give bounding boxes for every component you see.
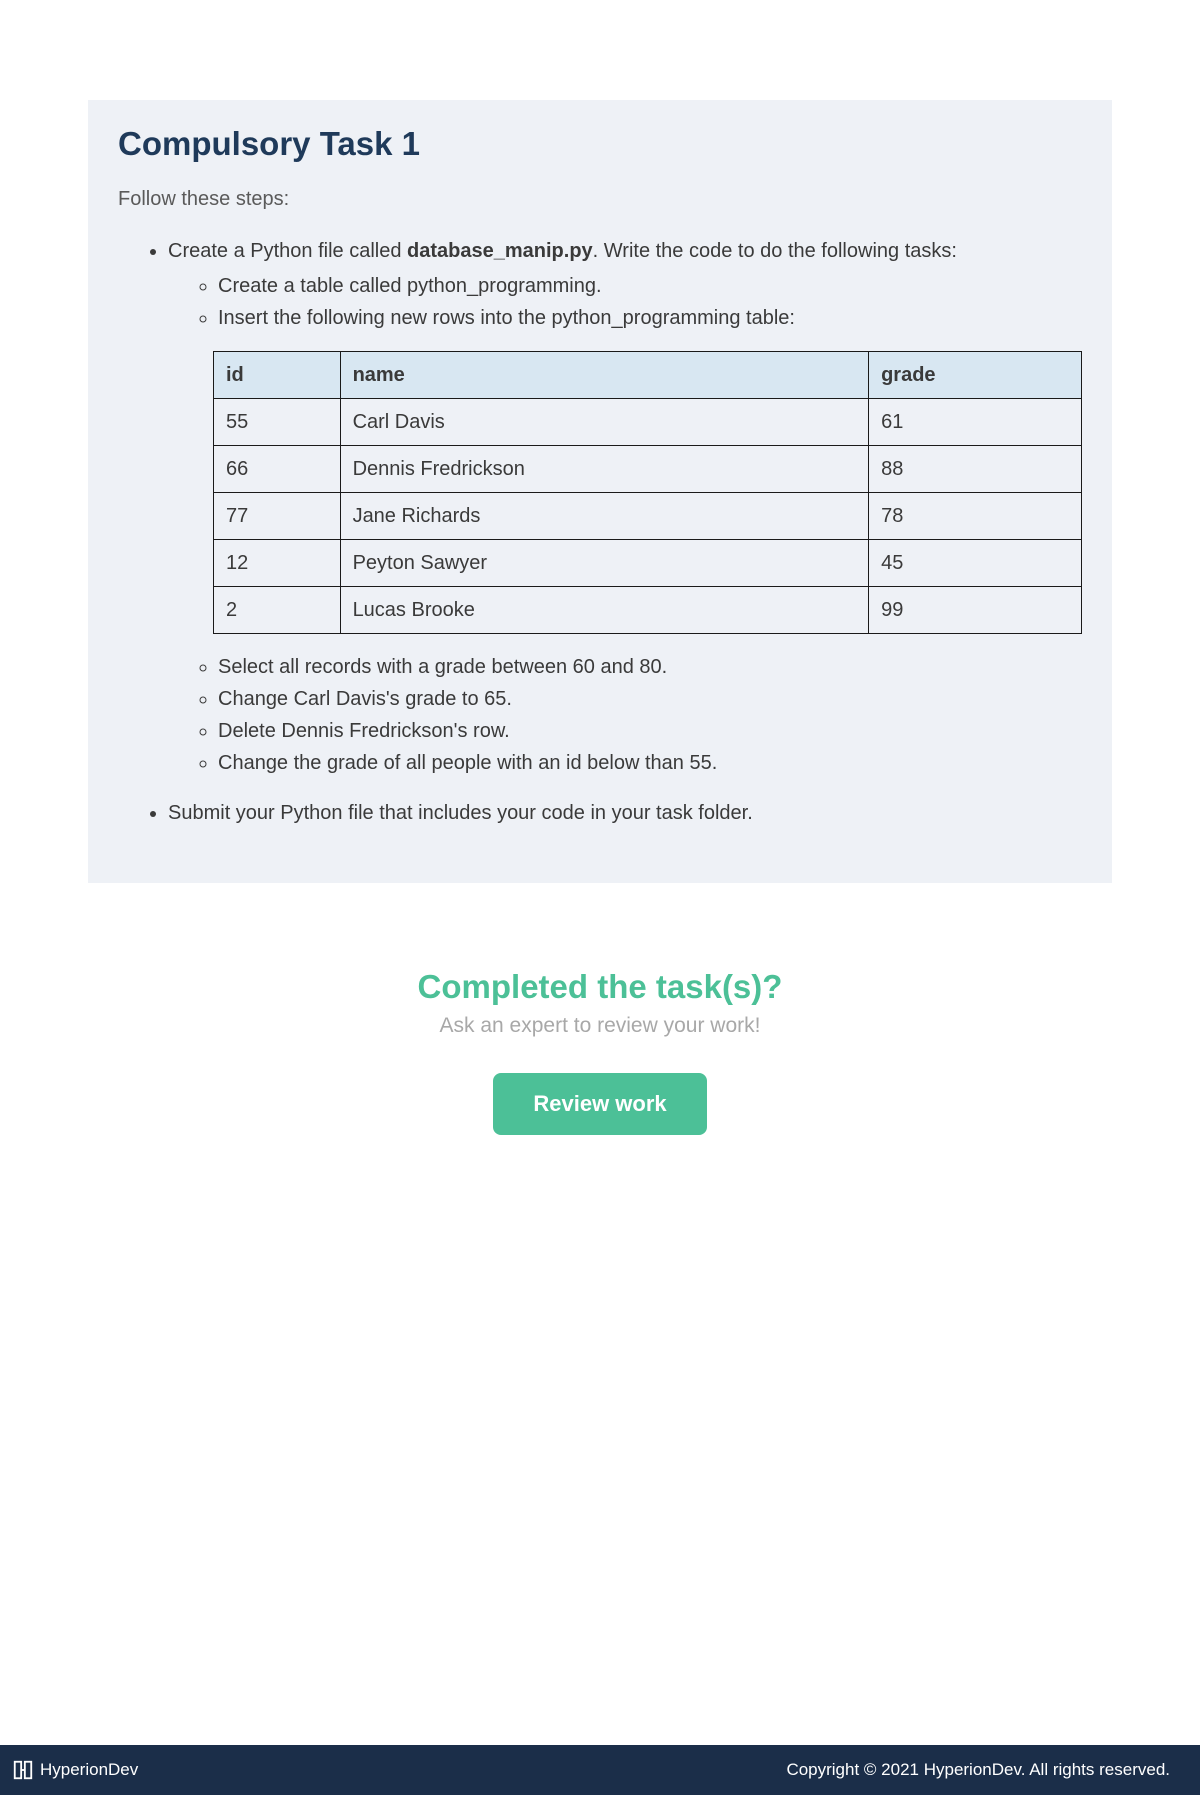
sub-bullets-top: Create a table called python_programming… [218,271,1082,333]
review-work-button[interactable]: Review work [493,1073,706,1135]
sub-bullets-bottom: Select all records with a grade between … [218,652,1082,778]
table-header-row: id name grade [214,352,1082,399]
cell-name: Dennis Fredrickson [340,446,869,493]
cell-name: Peyton Sawyer [340,540,869,587]
cell-name: Carl Davis [340,399,869,446]
cell-grade: 88 [869,446,1082,493]
table-row: 12 Peyton Sawyer 45 [214,540,1082,587]
footer: HyperionDev Copyright © 2021 HyperionDev… [0,1745,1200,1795]
sub-5: Delete Dennis Fredrickson's row. [218,716,1082,746]
cell-id: 12 [214,540,341,587]
completed-title: Completed the task(s)? [0,968,1200,1006]
header-id: id [214,352,341,399]
cell-id: 66 [214,446,341,493]
sub-4: Change Carl Davis's grade to 65. [218,684,1082,714]
hyperiondev-logo-icon [12,1759,34,1781]
cell-grade: 45 [869,540,1082,587]
table-wrap: id name grade 55 Carl Davis 61 66 [213,351,1082,634]
main-bullets: Create a Python file called database_man… [168,236,1082,828]
step-2: Submit your Python file that includes yo… [168,798,1082,828]
header-name: name [340,352,869,399]
table-row: 55 Carl Davis 61 [214,399,1082,446]
cell-grade: 61 [869,399,1082,446]
footer-copyright: Copyright © 2021 HyperionDev. All rights… [786,1760,1170,1780]
step-1-pre: Create a Python file called [168,240,407,262]
follow-text: Follow these steps: [118,188,1082,211]
task-box: Compulsory Task 1 Follow these steps: Cr… [88,100,1112,883]
table-row: 77 Jane Richards 78 [214,493,1082,540]
step-1-filename: database_manip.py [407,240,593,262]
footer-brand: HyperionDev [40,1760,138,1780]
cell-id: 2 [214,587,341,634]
completed-section: Completed the task(s)? Ask an expert to … [0,968,1200,1135]
table-row: 66 Dennis Fredrickson 88 [214,446,1082,493]
completed-subtitle: Ask an expert to review your work! [0,1014,1200,1038]
cell-name: Jane Richards [340,493,869,540]
cell-id: 77 [214,493,341,540]
footer-left: HyperionDev [12,1759,138,1781]
sub-2: Insert the following new rows into the p… [218,303,1082,333]
step-1: Create a Python file called database_man… [168,236,1082,778]
cell-name: Lucas Brooke [340,587,869,634]
sub-3: Select all records with a grade between … [218,652,1082,682]
cell-id: 55 [214,399,341,446]
cell-grade: 99 [869,587,1082,634]
cell-grade: 78 [869,493,1082,540]
programming-table: id name grade 55 Carl Davis 61 66 [213,351,1082,634]
sub-6: Change the grade of all people with an i… [218,748,1082,778]
sub-1: Create a table called python_programming… [218,271,1082,301]
header-grade: grade [869,352,1082,399]
table-row: 2 Lucas Brooke 99 [214,587,1082,634]
task-title: Compulsory Task 1 [118,125,1082,163]
step-1-post: . Write the code to do the following tas… [593,240,957,262]
